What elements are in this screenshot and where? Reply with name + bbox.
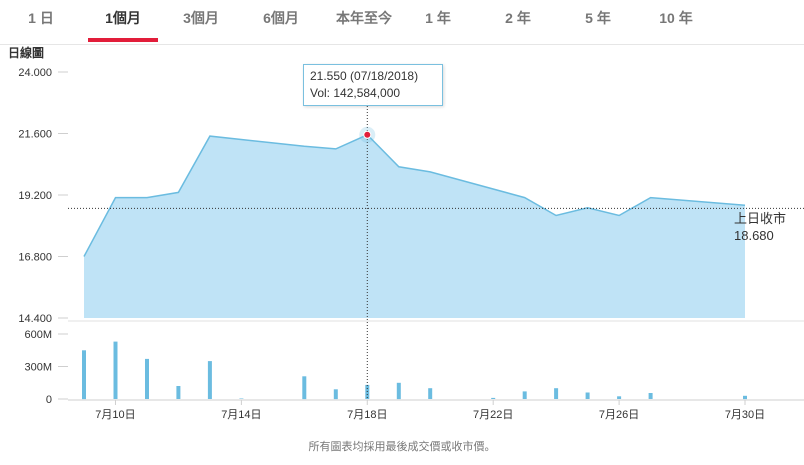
volume-bar xyxy=(239,398,244,399)
volume-bar xyxy=(145,358,149,399)
volume-bar xyxy=(648,393,653,399)
previous-close-value: 18.680 xyxy=(734,228,774,243)
volume-tick-label: 300M xyxy=(24,362,52,374)
price-tick-label: 16.800 xyxy=(18,252,52,264)
price-axis: 24.000 21.600 19.200 16.800 14.400 xyxy=(18,67,68,325)
volume-bar xyxy=(428,388,433,399)
volume-bar xyxy=(491,397,496,399)
x-tick-label: 7月10日 xyxy=(95,409,135,421)
volume-bar xyxy=(176,386,181,399)
tooltip-price-date: 21.550 (07/18/2018) xyxy=(310,69,419,83)
volume-bar xyxy=(333,389,338,400)
date-axis: 7月10日 7月14日 7月18日 7月22日 7月26日 7月30日 xyxy=(68,399,804,421)
volume-bar xyxy=(207,361,212,399)
x-tick-label: 7月30日 xyxy=(725,409,765,421)
volume-bar xyxy=(585,392,590,399)
volume-tick-label: 600M xyxy=(24,329,52,341)
price-area-layer xyxy=(68,133,804,322)
tooltip-volume: Vol: 142,584,000 xyxy=(310,86,401,100)
previous-close-label: 上日收市 18.680 xyxy=(734,210,786,244)
chart-title: 日線圖 xyxy=(8,45,44,60)
price-tick-label: 14.400 xyxy=(18,313,52,325)
x-tick-label: 7月26日 xyxy=(599,409,639,421)
hover-marker xyxy=(363,130,372,139)
price-tick-label: 24.000 xyxy=(18,67,52,79)
volume-bar xyxy=(554,388,559,399)
footer-note: 所有圖表均採用最後成交價或收市價。 xyxy=(308,441,496,453)
volume-axis: 600M 300M 0 xyxy=(24,329,68,406)
x-tick-label: 7月14日 xyxy=(221,409,261,421)
data-tooltip: 21.550 (07/18/2018) Vol: 142,584,000 xyxy=(303,64,443,106)
price-area xyxy=(84,134,745,318)
previous-close-title: 上日收市 xyxy=(734,211,787,226)
volume-bar xyxy=(617,396,622,399)
price-tick-label: 19.200 xyxy=(18,190,52,202)
volume-bar xyxy=(522,391,527,399)
volume-bar xyxy=(743,395,747,400)
volume-bar xyxy=(302,376,307,400)
volume-bar xyxy=(113,341,118,399)
x-tick-label: 7月18日 xyxy=(347,409,387,421)
price-tick-label: 21.600 xyxy=(18,129,52,141)
volume-bars xyxy=(82,341,747,400)
volume-bar xyxy=(396,382,401,400)
volume-tick-label: 0 xyxy=(46,394,52,406)
volume-bar xyxy=(82,350,86,400)
x-tick-label: 7月22日 xyxy=(473,409,513,421)
